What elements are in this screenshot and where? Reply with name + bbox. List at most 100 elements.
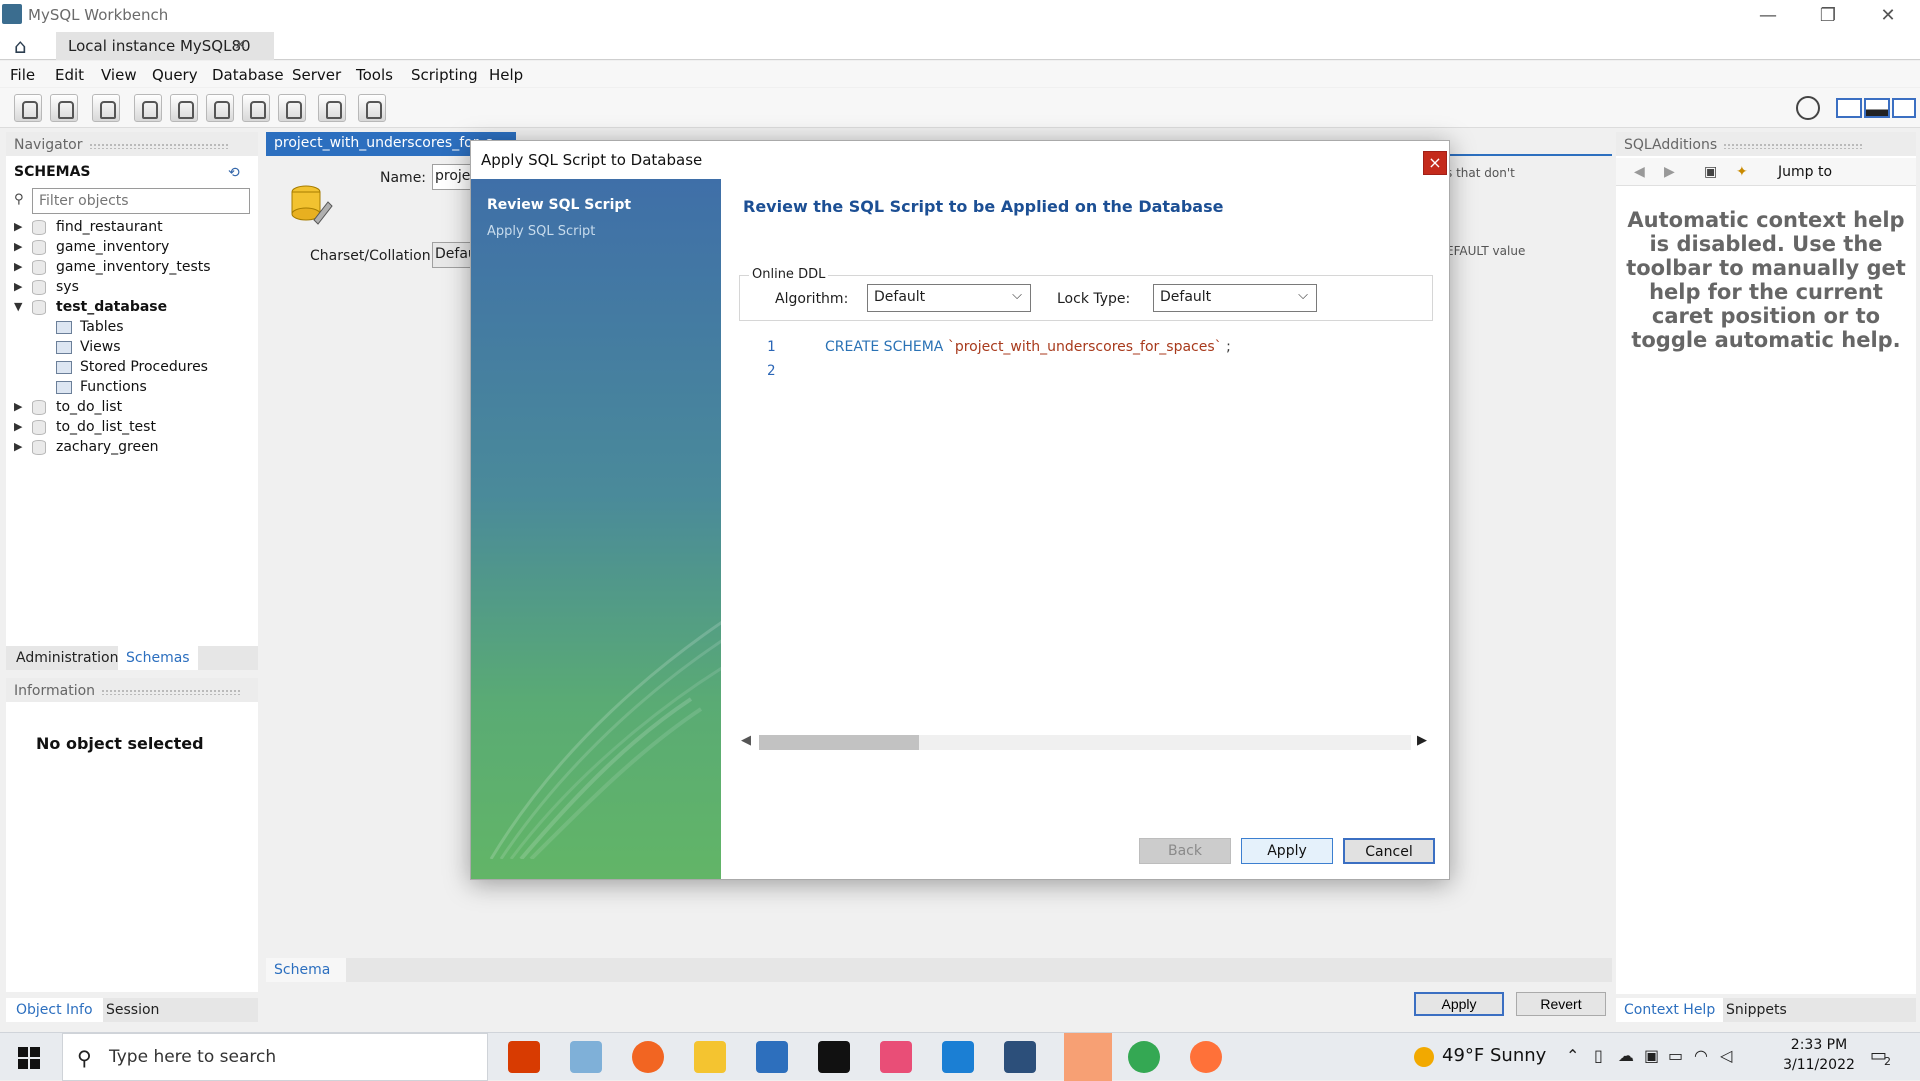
schema-row[interactable]: ▶ zachary_green bbox=[6, 438, 258, 458]
create-function-icon[interactable] bbox=[278, 94, 306, 122]
expand-arrow-icon[interactable]: ▶ bbox=[14, 240, 22, 253]
git-client-icon[interactable] bbox=[880, 1041, 912, 1073]
schema-row-selected[interactable]: ▼ test_database bbox=[6, 298, 258, 318]
home-icon[interactable]: ⌂ bbox=[14, 36, 40, 56]
tab-schemas[interactable]: Schemas bbox=[118, 646, 198, 670]
menu-query[interactable]: Query bbox=[152, 66, 198, 84]
filter-input[interactable] bbox=[33, 189, 249, 213]
firefox-icon[interactable] bbox=[1190, 1041, 1222, 1073]
display-icon[interactable]: ▣ bbox=[1644, 1046, 1659, 1065]
menu-scripting[interactable]: Scripting bbox=[411, 66, 478, 84]
schema-child-row[interactable]: Stored Procedures bbox=[6, 358, 258, 378]
expand-arrow-icon[interactable]: ▶ bbox=[14, 260, 22, 273]
office-icon[interactable] bbox=[508, 1041, 540, 1073]
schema-row[interactable]: ▶ to_do_list_test bbox=[6, 418, 258, 438]
menu-tools[interactable]: Tools bbox=[356, 66, 393, 84]
notepad-icon[interactable] bbox=[570, 1041, 602, 1073]
terminal-icon[interactable] bbox=[818, 1041, 850, 1073]
menu-view[interactable]: View bbox=[101, 66, 137, 84]
search-table-data-icon[interactable] bbox=[318, 94, 346, 122]
connection-tab[interactable]: Local instance MySQL80 × bbox=[56, 32, 274, 60]
toggle-sidebar-icon[interactable] bbox=[1836, 98, 1862, 118]
horizontal-scrollbar[interactable]: ◀ ▶ bbox=[739, 733, 1433, 751]
wifi-icon[interactable]: ◠ bbox=[1694, 1046, 1708, 1065]
tab-context-help[interactable]: Context Help bbox=[1616, 998, 1724, 1022]
volume-icon[interactable]: ◁ bbox=[1720, 1046, 1732, 1065]
taskbar-search[interactable]: ⚲ Type here to search bbox=[62, 1033, 488, 1081]
postman-icon[interactable] bbox=[632, 1041, 664, 1073]
refresh-schemas-icon[interactable]: ⟲ bbox=[228, 165, 240, 181]
create-view-icon[interactable] bbox=[206, 94, 234, 122]
dialog-close-button[interactable]: × bbox=[1423, 151, 1447, 175]
lock-type-select[interactable]: Default ⌵ bbox=[1153, 284, 1317, 312]
clock-date[interactable]: 3/11/2022 bbox=[1776, 1057, 1862, 1073]
menu-help[interactable]: Help bbox=[489, 66, 523, 84]
new-sql-tab-icon[interactable] bbox=[14, 94, 42, 122]
open-sql-script-icon[interactable] bbox=[50, 94, 78, 122]
powershell-icon[interactable] bbox=[756, 1041, 788, 1073]
create-schema-icon[interactable] bbox=[134, 94, 162, 122]
vscode-icon[interactable] bbox=[942, 1041, 974, 1073]
clock-time[interactable]: 2:33 PM bbox=[1784, 1037, 1854, 1053]
scroll-right-icon[interactable]: ▶ bbox=[1417, 733, 1427, 748]
editor-apply-button[interactable]: Apply bbox=[1414, 992, 1504, 1016]
reconnect-icon[interactable] bbox=[358, 94, 386, 122]
close-window-button[interactable]: ✕ bbox=[1868, 4, 1908, 28]
file-explorer-icon[interactable] bbox=[694, 1041, 726, 1073]
expand-arrow-icon[interactable]: ▶ bbox=[14, 280, 22, 293]
toggle-secondary-sidebar-icon[interactable] bbox=[1892, 98, 1916, 118]
schema-row[interactable]: ▶ to_do_list bbox=[6, 398, 258, 418]
auto-help-icon[interactable]: ✦ bbox=[1736, 164, 1748, 180]
chrome-icon[interactable] bbox=[1128, 1041, 1160, 1073]
sql-script-editor[interactable]: 1 2 CREATE SCHEMA `project_with_undersco… bbox=[739, 325, 1439, 855]
minimize-button[interactable]: — bbox=[1748, 4, 1788, 28]
schema-row[interactable]: ▶ sys bbox=[6, 278, 258, 298]
windows-start-icon[interactable] bbox=[18, 1047, 40, 1069]
expand-arrow-icon[interactable]: ▶ bbox=[14, 220, 22, 233]
jump-to-dropdown[interactable]: Jump to bbox=[1778, 164, 1832, 180]
expand-arrow-icon[interactable]: ▶ bbox=[14, 420, 22, 433]
menu-server[interactable]: Server bbox=[292, 66, 341, 84]
expand-arrow-icon[interactable]: ▶ bbox=[14, 400, 22, 413]
create-table-icon[interactable] bbox=[170, 94, 198, 122]
battery-icon[interactable]: ▭ bbox=[1668, 1046, 1683, 1065]
weather-text[interactable]: 49°F Sunny bbox=[1442, 1045, 1546, 1066]
menu-database[interactable]: Database bbox=[212, 66, 284, 84]
device-icon[interactable]: ▯ bbox=[1594, 1046, 1603, 1065]
toggle-output-icon[interactable] bbox=[1864, 98, 1890, 118]
chevron-up-icon[interactable]: ⌃ bbox=[1566, 1046, 1579, 1065]
settings-icon[interactable] bbox=[1796, 96, 1820, 120]
expand-arrow-icon[interactable]: ▶ bbox=[14, 440, 22, 453]
apply-button[interactable]: Apply bbox=[1241, 838, 1333, 864]
filter-objects-input[interactable] bbox=[32, 188, 250, 214]
active-app-icon[interactable] bbox=[1064, 1033, 1112, 1081]
schema-row[interactable]: ▶ game_inventory bbox=[6, 238, 258, 258]
schema-child-row[interactable]: Functions bbox=[6, 378, 258, 398]
close-tab-icon[interactable]: × bbox=[234, 35, 247, 53]
tab-schema[interactable]: Schema bbox=[266, 958, 346, 982]
collapse-arrow-icon[interactable]: ▼ bbox=[14, 300, 22, 313]
tab-administration[interactable]: Administration bbox=[16, 650, 118, 666]
cancel-button[interactable]: Cancel bbox=[1343, 838, 1435, 864]
tab-object-info[interactable]: Object Info bbox=[6, 998, 103, 1022]
back-icon[interactable]: ◀ bbox=[1634, 164, 1645, 180]
menu-edit[interactable]: Edit bbox=[55, 66, 84, 84]
notification-icon[interactable]: ▭ 2 bbox=[1870, 1045, 1891, 1068]
schema-row[interactable]: ▶ game_inventory_tests bbox=[6, 258, 258, 278]
editor-revert-button[interactable]: Revert bbox=[1516, 992, 1606, 1016]
menu-file[interactable]: File bbox=[10, 66, 35, 84]
restore-button[interactable]: ❐ bbox=[1808, 4, 1848, 28]
schema-child-row[interactable]: Views bbox=[6, 338, 258, 358]
schema-child-row[interactable]: Tables bbox=[6, 318, 258, 338]
tab-snippets[interactable]: Snippets bbox=[1726, 1002, 1787, 1018]
inspector-icon[interactable] bbox=[92, 94, 120, 122]
forward-icon[interactable]: ▶ bbox=[1664, 164, 1675, 180]
tab-session[interactable]: Session bbox=[106, 1002, 159, 1018]
scroll-left-icon[interactable]: ◀ bbox=[741, 733, 751, 748]
algorithm-select[interactable]: Default ⌵ bbox=[867, 284, 1031, 312]
manual-help-icon[interactable]: ▣ bbox=[1704, 164, 1717, 180]
mysql-workbench-taskbar-icon[interactable] bbox=[1004, 1041, 1036, 1073]
scroll-thumb[interactable] bbox=[759, 735, 919, 750]
create-procedure-icon[interactable] bbox=[242, 94, 270, 122]
onedrive-icon[interactable]: ☁ bbox=[1618, 1046, 1634, 1065]
